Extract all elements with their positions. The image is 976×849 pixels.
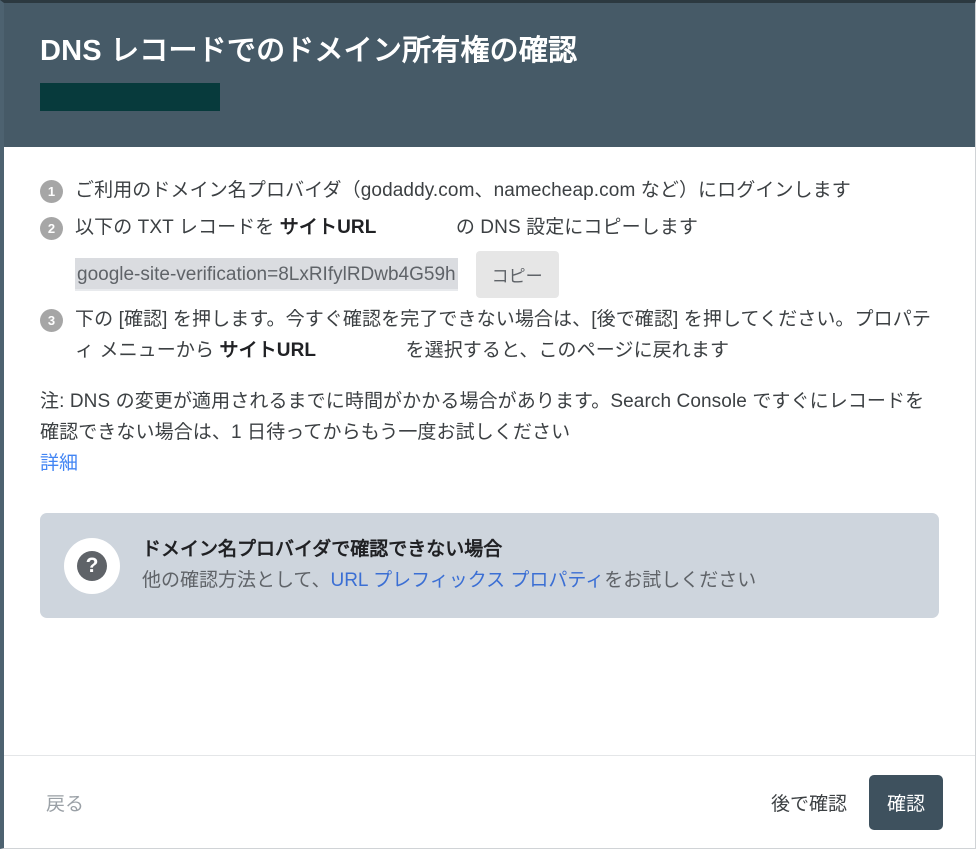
dns-verification-dialog: DNS レコードでのドメイン所有権の確認 1 ご利用のドメイン名プロバイダ（go…: [0, 0, 976, 849]
txt-record-value[interactable]: google-site-verification=8LxRIfylRDwb4G5…: [75, 258, 458, 291]
step-text: ご利用のドメイン名プロバイダ（godaddy.com、namecheap.com…: [75, 175, 851, 206]
step-1-text: ご利用のドメイン名プロバイダ（godaddy.com、namecheap.com…: [75, 180, 851, 201]
dialog-body: 1 ご利用のドメイン名プロバイダ（godaddy.com、namecheap.c…: [4, 147, 975, 755]
note-text: 注: DNS の変更が適用されるまでに時間がかかる場合があります。Search …: [40, 391, 925, 443]
url-prefix-property-link[interactable]: URL プレフィックス プロパティ: [330, 570, 604, 591]
learn-more-link[interactable]: 詳細: [40, 448, 78, 479]
verify-later-button[interactable]: 後で確認: [757, 779, 861, 826]
dns-propagation-note: 注: DNS の変更が適用されるまでに時間がかかる場合があります。Search …: [40, 386, 939, 448]
step-item-1: 1 ご利用のドメイン名プロバイダ（godaddy.com、namecheap.c…: [40, 175, 939, 206]
step-number-badge: 1: [40, 180, 63, 203]
site-url-token: サイトURL: [279, 217, 377, 238]
back-button[interactable]: 戻る: [40, 779, 90, 826]
step-2-text-before: 以下の TXT レコードを: [75, 217, 280, 238]
question-mark-glyph: ?: [77, 550, 107, 581]
steps-list: 1 ご利用のドメイン名プロバイダ（godaddy.com、namecheap.c…: [40, 175, 939, 366]
step-text: 以下の TXT レコードを サイトURL の DNS 設定にコピーします: [75, 212, 698, 243]
dialog-header: DNS レコードでのドメイン所有権の確認: [4, 3, 975, 147]
txt-record-row: google-site-verification=8LxRIfylRDwb4G5…: [75, 251, 939, 298]
step-3-text-after: を選択すると、このページに戻れます: [400, 340, 730, 361]
help-card-subtitle: 他の確認方法として、URL プレフィックス プロパティをお試しください: [142, 565, 915, 596]
verify-button[interactable]: 確認: [868, 774, 943, 830]
step-item-3: 3 下の [確認] を押します。今すぐ確認を完了できない場合は、[後で確認] を…: [40, 304, 939, 366]
step-number-badge: 2: [40, 217, 63, 240]
step-2-text-after: の DNS 設定にコピーします: [450, 217, 698, 238]
dialog-footer: 戻る 後で確認 確認: [4, 755, 975, 848]
help-card-title: ドメイン名プロバイダで確認できない場合: [142, 539, 503, 560]
site-url-token: サイトURL: [219, 340, 317, 361]
help-card-text: ドメイン名プロバイダで確認できない場合 他の確認方法として、URL プレフィック…: [142, 535, 915, 596]
help-card: ? ドメイン名プロバイダで確認できない場合 他の確認方法として、URL プレフィ…: [40, 513, 939, 618]
page-title: DNS レコードでのドメイン所有権の確認: [40, 35, 578, 67]
step-number-badge: 3: [40, 309, 63, 332]
help-sub-before: 他の確認方法として、: [142, 570, 331, 591]
redacted-property-name: [40, 83, 220, 111]
copy-button[interactable]: コピー: [475, 251, 559, 298]
question-mark-icon: ?: [64, 537, 120, 594]
help-sub-after: をお試しください: [604, 570, 757, 591]
step-text: 下の [確認] を押します。今すぐ確認を完了できない場合は、[後で確認] を押し…: [75, 304, 939, 366]
step-item-2: 2 以下の TXT レコードを サイトURL の DNS 設定にコピーします: [40, 212, 939, 243]
